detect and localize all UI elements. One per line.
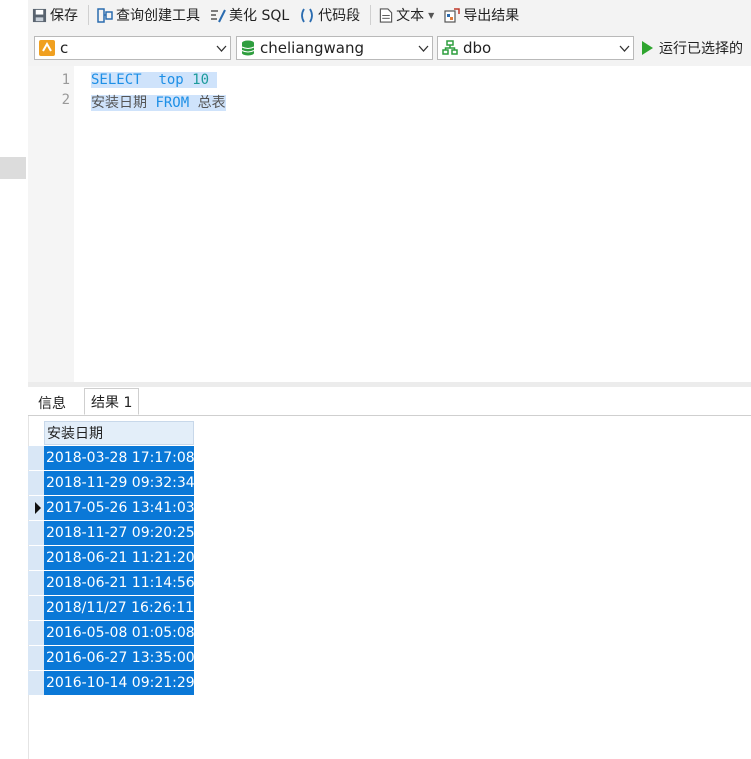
save-button[interactable]: 保存 xyxy=(28,2,82,28)
table-cell[interactable]: 2016-10-14 09:21:29 xyxy=(44,671,194,695)
caret-down-icon[interactable]: ▼ xyxy=(428,11,434,20)
line-number: 2 xyxy=(61,92,70,108)
tab-info[interactable]: 信息 xyxy=(32,391,72,415)
table-row[interactable]: 2018-11-29 09:32:34 xyxy=(28,471,194,496)
keyword-from: FROM xyxy=(155,95,190,111)
table-row[interactable]: 2018/11/27 16:26:11 xyxy=(28,596,194,621)
save-label: 保存 xyxy=(50,8,78,24)
row-indicator[interactable] xyxy=(28,471,44,495)
sql-editor[interactable]: 1 2 SELECT top 10 安装日期 FROM 总表 xyxy=(28,66,751,382)
save-icon xyxy=(32,8,47,22)
beautify-icon xyxy=(211,9,226,22)
parentheses-icon xyxy=(301,8,314,22)
database-value: cheliangwang xyxy=(260,39,365,57)
tab-info-label: 信息 xyxy=(38,396,66,412)
column-header[interactable]: 安装日期 xyxy=(44,421,194,445)
query-builder-icon xyxy=(97,7,113,23)
row-indicator[interactable] xyxy=(28,646,44,670)
text-mode-label: 文本 xyxy=(396,8,425,24)
current-row-icon xyxy=(35,502,41,514)
beautify-label: 美化 SQL xyxy=(229,8,290,24)
table-cell[interactable]: 2018/11/27 16:26:11 xyxy=(44,596,194,620)
database-icon xyxy=(241,40,255,56)
code-snippet-button[interactable]: 代码段 xyxy=(295,2,364,28)
run-selected-button[interactable]: 运行已选择的 xyxy=(642,38,743,58)
table-cell[interactable]: 2018-06-21 11:14:56 xyxy=(44,571,194,595)
table-row[interactable]: 2018-06-21 11:14:56 xyxy=(28,571,194,596)
line-number: 1 xyxy=(61,72,70,88)
chevron-down-icon xyxy=(615,45,633,52)
query-builder-label: 查询创建工具 xyxy=(116,8,200,24)
table-name: 总表 xyxy=(197,95,226,111)
row-indicator[interactable] xyxy=(28,596,44,620)
chevron-down-icon xyxy=(212,45,230,52)
toolbar-separator xyxy=(370,5,372,25)
toolbar: 保存 查询创建工具 美化 SQL 代码段 文本 ▼ 导出结果 xyxy=(28,0,751,30)
table-row[interactable]: 2016-10-14 09:21:29 xyxy=(28,671,194,696)
keyword-top: top xyxy=(158,72,184,88)
row-indicator[interactable] xyxy=(28,521,44,545)
play-icon xyxy=(642,41,653,55)
line-number-gutter: 1 2 xyxy=(28,66,74,382)
table-cell[interactable]: 2017-05-26 13:41:03 xyxy=(44,496,194,520)
run-selected-label: 运行已选择的 xyxy=(659,41,743,57)
table-cell[interactable]: 2016-06-27 13:35:00 xyxy=(44,646,194,670)
export-results-button[interactable]: 导出结果 xyxy=(440,2,523,28)
table-cell[interactable]: 2018-03-28 17:17:08 xyxy=(44,446,194,470)
table-cell[interactable]: 2018-11-29 09:32:34 xyxy=(44,471,194,495)
row-indicator[interactable] xyxy=(28,446,44,470)
connection-icon xyxy=(39,40,55,56)
connection-select[interactable]: c xyxy=(34,36,231,60)
query-builder-button[interactable]: 查询创建工具 xyxy=(93,2,204,28)
tab-result-label: 结果 1 xyxy=(91,394,133,411)
row-indicator[interactable] xyxy=(28,496,44,520)
code-snippet-label: 代码段 xyxy=(318,8,361,24)
table-row[interactable]: 2018-03-28 17:17:08 xyxy=(28,446,194,471)
table-row[interactable]: 2018-11-27 09:20:25 xyxy=(28,521,194,546)
schema-value: dbo xyxy=(463,39,492,57)
row-indicator[interactable] xyxy=(28,546,44,570)
document-icon xyxy=(379,7,393,23)
export-results-label: 导出结果 xyxy=(463,8,520,24)
beautify-sql-button[interactable]: 美化 SQL xyxy=(206,2,293,28)
result-tabs: 信息 结果 1 xyxy=(28,387,751,416)
text-mode-button[interactable]: 文本 ▼ xyxy=(375,2,438,28)
tab-result-1[interactable]: 结果 1 xyxy=(84,388,140,415)
schema-select[interactable]: dbo xyxy=(437,36,634,60)
row-indicator[interactable] xyxy=(28,671,44,695)
table-row[interactable]: 2018-06-21 11:21:20 xyxy=(28,546,194,571)
left-panel-edge xyxy=(0,30,29,759)
row-indicator[interactable] xyxy=(28,621,44,645)
table-row[interactable]: 2016-06-27 13:35:00 xyxy=(28,646,194,671)
column-header-label: 安装日期 xyxy=(47,426,103,442)
keyword-select: SELECT xyxy=(91,72,142,88)
code-line-2[interactable]: 安装日期 FROM 总表 xyxy=(91,92,226,112)
column-name: 安装日期 xyxy=(91,95,147,111)
row-indicator[interactable] xyxy=(28,571,44,595)
table-row[interactable]: 2017-05-26 13:41:03 xyxy=(28,496,194,521)
toolbar-separator xyxy=(88,5,89,25)
panel-splitter-handle[interactable] xyxy=(0,157,26,179)
table-cell[interactable]: 2018-06-21 11:21:20 xyxy=(44,546,194,570)
chevron-down-icon xyxy=(414,45,432,52)
export-icon xyxy=(444,7,461,23)
connection-selector-bar: c cheliangwang dbo 运行已选择的 xyxy=(28,30,751,66)
table-cell[interactable]: 2016-05-08 01:05:08 xyxy=(44,621,194,645)
database-select[interactable]: cheliangwang xyxy=(236,36,433,60)
table-row[interactable]: 2016-05-08 01:05:08 xyxy=(28,621,194,646)
code-line-1[interactable]: SELECT top 10 xyxy=(91,72,218,88)
number-literal: 10 xyxy=(192,72,210,88)
schema-icon xyxy=(442,40,458,55)
connection-value: c xyxy=(60,39,69,57)
table-cell[interactable]: 2018-11-27 09:20:25 xyxy=(44,521,194,545)
